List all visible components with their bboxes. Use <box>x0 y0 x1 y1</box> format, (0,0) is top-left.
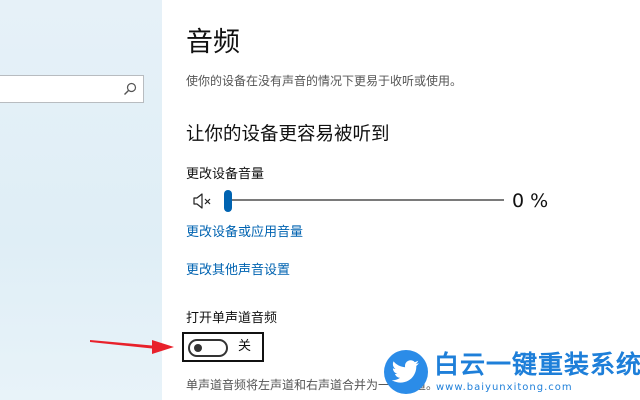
mono-audio-toggle[interactable] <box>188 339 228 357</box>
more-sound-settings-link[interactable]: 更改其他声音设置 <box>186 262 290 280</box>
toggle-knob <box>194 344 202 352</box>
audio-settings-content: 音频 使你的设备在没有声音的情况下更易于收听或使用。 让你的设备更容易被听到 更… <box>182 0 640 400</box>
search-input[interactable] <box>0 75 144 103</box>
volume-label: 更改设备音量 <box>186 167 265 182</box>
mono-audio-toggle-focus[interactable]: 关 <box>182 332 264 362</box>
mono-audio-label: 打开单声道音频 <box>186 311 278 326</box>
volume-slider-thumb[interactable] <box>224 190 232 212</box>
watermark-url: www.baiyunxitong.com <box>436 382 573 393</box>
page-title: 音频 <box>186 27 240 58</box>
red-arrow-annotation <box>90 340 174 354</box>
watermark-title: 白云一键重装系统 <box>434 350 640 379</box>
volume-slider-track[interactable] <box>224 199 504 201</box>
mute-speaker-icon[interactable] <box>192 192 214 210</box>
search-icon[interactable] <box>123 82 137 96</box>
volume-value: 0 % <box>512 190 549 212</box>
page-description: 使你的设备在没有声音的情况下更易于收听或使用。 <box>186 74 463 88</box>
volume-slider[interactable] <box>224 190 504 212</box>
toggle-state-text: 关 <box>238 339 252 354</box>
settings-window: 音频 使你的设备在没有声音的情况下更易于收听或使用。 让你的设备更容易被听到 更… <box>0 0 640 400</box>
watermark: 白云一键重装系统 www.baiyunxitong.com <box>384 348 640 398</box>
section-title: 让你的设备更容易被听到 <box>186 124 390 145</box>
app-volume-link[interactable]: 更改设备或应用音量 <box>186 224 303 242</box>
bird-logo-icon <box>384 350 428 394</box>
